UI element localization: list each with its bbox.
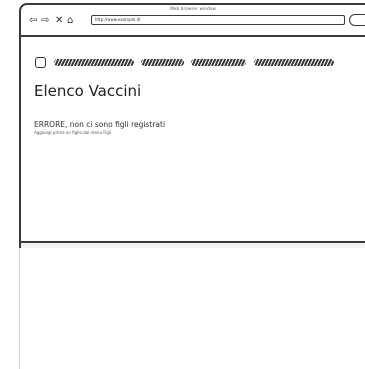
address-bar[interactable]: http://www.example.it/ xyxy=(91,15,345,25)
back-arrow-icon[interactable]: ⇦ xyxy=(29,16,37,26)
forward-arrow-icon[interactable]: ⇨ xyxy=(41,16,49,26)
close-icon[interactable]: ✕ xyxy=(55,16,63,26)
scribble-text-3 xyxy=(191,59,246,66)
scribble-text-1 xyxy=(54,59,134,66)
window-title: Web browser window xyxy=(169,6,217,11)
page-title: Elenco Vaccini xyxy=(34,82,142,100)
empty-panel xyxy=(19,248,365,369)
menu-checkbox[interactable] xyxy=(35,57,46,68)
home-icon[interactable]: ⌂ xyxy=(67,16,73,26)
scribble-text-4 xyxy=(254,59,334,66)
hint-message: Aggiungi prima un figlio dal menu Figli xyxy=(34,130,112,135)
browser-window: Web browser window ⇦ ⇨ ✕ ⌂ http://www.ex… xyxy=(19,3,365,252)
scribble-text-2 xyxy=(141,59,184,66)
search-field[interactable] xyxy=(349,14,365,26)
page-content: Elenco Vaccini ERRORE, non ci sono figli… xyxy=(21,37,365,250)
browser-toolbar: Web browser window ⇦ ⇨ ✕ ⌂ http://www.ex… xyxy=(21,5,365,37)
error-message: ERRORE, non ci sono figli registrati xyxy=(34,120,166,129)
url-text: http://www.example.it/ xyxy=(95,17,141,22)
